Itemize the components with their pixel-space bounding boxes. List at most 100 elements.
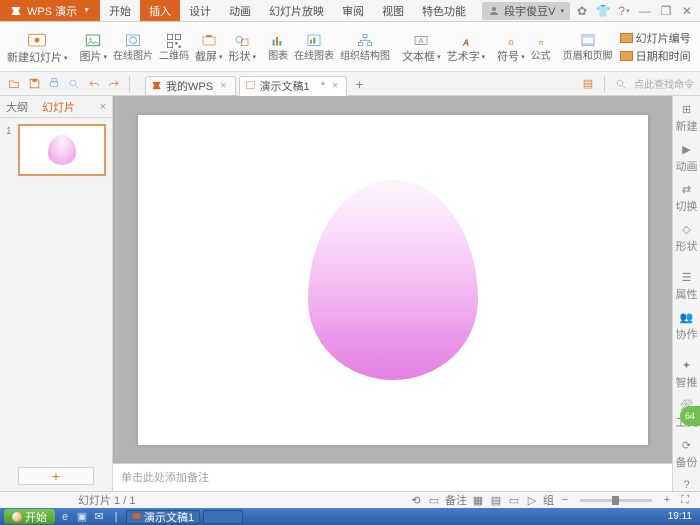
rpane-backup[interactable]: ⟳备份 [676, 438, 698, 470]
doc-tab-mywps[interactable]: 我的WPS× [145, 76, 236, 96]
slide-canvas[interactable] [138, 115, 648, 445]
egg-shape[interactable] [308, 180, 478, 380]
status-reset-icon[interactable]: ⟲ [409, 493, 423, 507]
add-slide-button[interactable]: + [18, 467, 94, 485]
rpane-collab[interactable]: 👥协作 [676, 310, 698, 342]
doc-tab-presentation[interactable]: 演示文稿1 *× [239, 76, 348, 96]
right-sidebar: ⊞新建 ▶动画 ⇄切换 ◇形状 ☰属性 👥协作 ✦智推 🛠工具 ⟳备份 ?帮助 [672, 96, 700, 491]
app-badge: WPS 演示 ▼ [0, 0, 100, 21]
outline-tab-slides[interactable]: 幻灯片 [42, 99, 75, 115]
taskbar-mail-icon[interactable]: ✉ [92, 510, 106, 524]
start-button[interactable]: 开始 [4, 509, 55, 524]
canvas-area[interactable] [113, 96, 672, 463]
close-button[interactable]: ✕ [678, 2, 696, 20]
search-icon[interactable] [613, 76, 629, 92]
main-area: 大纲 幻灯片 × 1 + 单击此处添加备注 ⊞新建 ▶动画 ⇄切换 ◇形状 ☰属… [0, 96, 700, 491]
zoom-knob[interactable] [612, 496, 619, 505]
ribbon-shapes[interactable]: 形状▾ [226, 31, 260, 63]
skin-icon[interactable]: ✿ [573, 2, 591, 20]
taskbar-app-b[interactable] [203, 510, 243, 524]
ribbon-equation[interactable]: π公式 [528, 31, 554, 62]
ribbon-symbol[interactable]: Ω符号▾ [494, 31, 528, 63]
menu-design[interactable]: 设计 [180, 0, 220, 21]
start-orb-icon [12, 512, 22, 522]
zoom-fit-icon[interactable]: ⛶ [678, 493, 692, 507]
svg-text:A: A [462, 38, 469, 47]
menu-review[interactable]: 审阅 [333, 0, 373, 21]
menu-features[interactable]: 特色功能 [413, 0, 475, 21]
taskbar-clock[interactable]: 19:11 [668, 511, 696, 522]
ribbon-new-slide[interactable]: 新建幻灯片▾ [4, 30, 71, 64]
ppt-tab-icon [245, 80, 256, 91]
app-menu-caret-icon[interactable]: ▼ [83, 7, 90, 14]
qat-open-icon[interactable] [6, 76, 22, 92]
menu-view[interactable]: 视图 [373, 0, 413, 21]
outline-close-icon[interactable]: × [100, 101, 106, 113]
ribbon-wordart[interactable]: A艺术字▾ [444, 31, 489, 63]
menu-start[interactable]: 开始 [100, 0, 140, 21]
tab-close-icon[interactable]: × [220, 80, 226, 92]
slide-thumbnail[interactable] [18, 124, 106, 176]
outline-pane: 大纲 幻灯片 × 1 + [0, 96, 113, 491]
ribbon-online-image[interactable]: 在线图片 [110, 31, 156, 62]
ribbon-chart[interactable]: 图表 [265, 31, 291, 62]
menu-animation[interactable]: 动画 [220, 0, 260, 21]
ribbon-org-chart[interactable]: 组织结构图 [337, 31, 393, 62]
rpane-properties[interactable]: ☰属性 [676, 270, 698, 302]
notes-panel[interactable]: 单击此处添加备注 [113, 463, 672, 491]
qat-print-icon[interactable] [46, 76, 62, 92]
taskbar-folder-icon[interactable]: ▣ [75, 510, 89, 524]
taskbar-app-wps[interactable]: 演示文稿1 [126, 510, 200, 524]
maximize-button[interactable]: ❐ [657, 2, 675, 20]
tab-add-button[interactable]: + [350, 75, 368, 93]
user-icon [488, 5, 500, 17]
outline-tabs: 大纲 幻灯片 × [0, 96, 112, 118]
ribbon-screenshot[interactable]: 截屏▾ [192, 31, 226, 63]
status-view-slideshow-icon[interactable]: ▷ [525, 493, 539, 507]
zoom-slider[interactable] [580, 499, 652, 502]
green-badge[interactable]: 64 [680, 406, 700, 426]
taskbar-ie-icon[interactable]: e [58, 510, 72, 524]
rpane-smart[interactable]: ✦智推 [676, 358, 698, 390]
ribbon-header-footer[interactable]: 页眉和页脚 [560, 31, 616, 62]
search-placeholder[interactable]: 点此查找命令 [634, 76, 694, 91]
titlebar-right: 段宇俊豆V▾ ✿ 👕 ?▾ — ❐ ✕ [482, 0, 700, 21]
minimize-button[interactable]: — [636, 2, 654, 20]
rpane-new[interactable]: ⊞新建 [676, 102, 698, 134]
status-bar: 幻灯片 1 / 1 ⟲ ▭ 备注 ▦ ▤ ▭ ▷ 组 − + ⛶ [0, 491, 700, 508]
menu-slideshow[interactable]: 幻灯片放映 [260, 0, 333, 21]
status-view-sorter-icon[interactable]: ▤ [489, 493, 503, 507]
qat-undo-icon[interactable] [86, 76, 102, 92]
tab-close-icon[interactable]: × [332, 80, 338, 92]
help-icon[interactable]: ?▾ [615, 2, 633, 20]
qat-docs-icon[interactable]: ▤ [580, 76, 596, 92]
svg-text:A: A [419, 36, 424, 45]
ribbon-slide-number[interactable]: 幻灯片编号 对象 [620, 30, 700, 46]
menu-insert[interactable]: 插入 [140, 0, 180, 21]
status-view-normal-icon[interactable]: ▦ [471, 493, 485, 507]
status-notes-label[interactable]: 备注 [445, 492, 467, 508]
rpane-animation[interactable]: ▶动画 [676, 142, 698, 174]
notes-placeholder: 单击此处添加备注 [121, 472, 209, 484]
qat-preview-icon[interactable] [66, 76, 82, 92]
zoom-in-icon[interactable]: + [660, 493, 674, 507]
zoom-out-icon[interactable]: − [558, 493, 572, 507]
user-chip[interactable]: 段宇俊豆V▾ [482, 2, 570, 20]
title-bar: WPS 演示 ▼ 开始 插入 设计 动画 幻灯片放映 审阅 视图 特色功能 段宇… [0, 0, 700, 22]
rpane-shape[interactable]: ◇形状 [676, 222, 698, 254]
outline-tab-outline[interactable]: 大纲 [6, 99, 28, 115]
ribbon-online-chart[interactable]: 在线图表 [291, 31, 337, 62]
status-notes-icon[interactable]: ▭ [427, 493, 441, 507]
qat-redo-icon[interactable] [106, 76, 122, 92]
ribbon-qrcode[interactable]: 二维码 [156, 31, 192, 62]
status-view-reading-icon[interactable]: ▭ [507, 493, 521, 507]
ribbon-image[interactable]: 图片▾ [77, 31, 111, 63]
qat-save-icon[interactable] [26, 76, 42, 92]
rpane-transition[interactable]: ⇄切换 [676, 182, 698, 214]
thumbnail-egg-shape [48, 135, 76, 165]
tshirt-icon[interactable]: 👕 [594, 2, 612, 20]
app-name: WPS 演示 [27, 3, 77, 19]
ribbon-textbox[interactable]: A文本框▾ [399, 31, 444, 63]
ribbon: 新建幻灯片▾ 图片▾ 在线图片 二维码 截屏▾ 形状▾ 图表 在线图表 组织结构… [0, 22, 700, 72]
ribbon-date-time[interactable]: 日期和时间 附件 [620, 48, 700, 64]
